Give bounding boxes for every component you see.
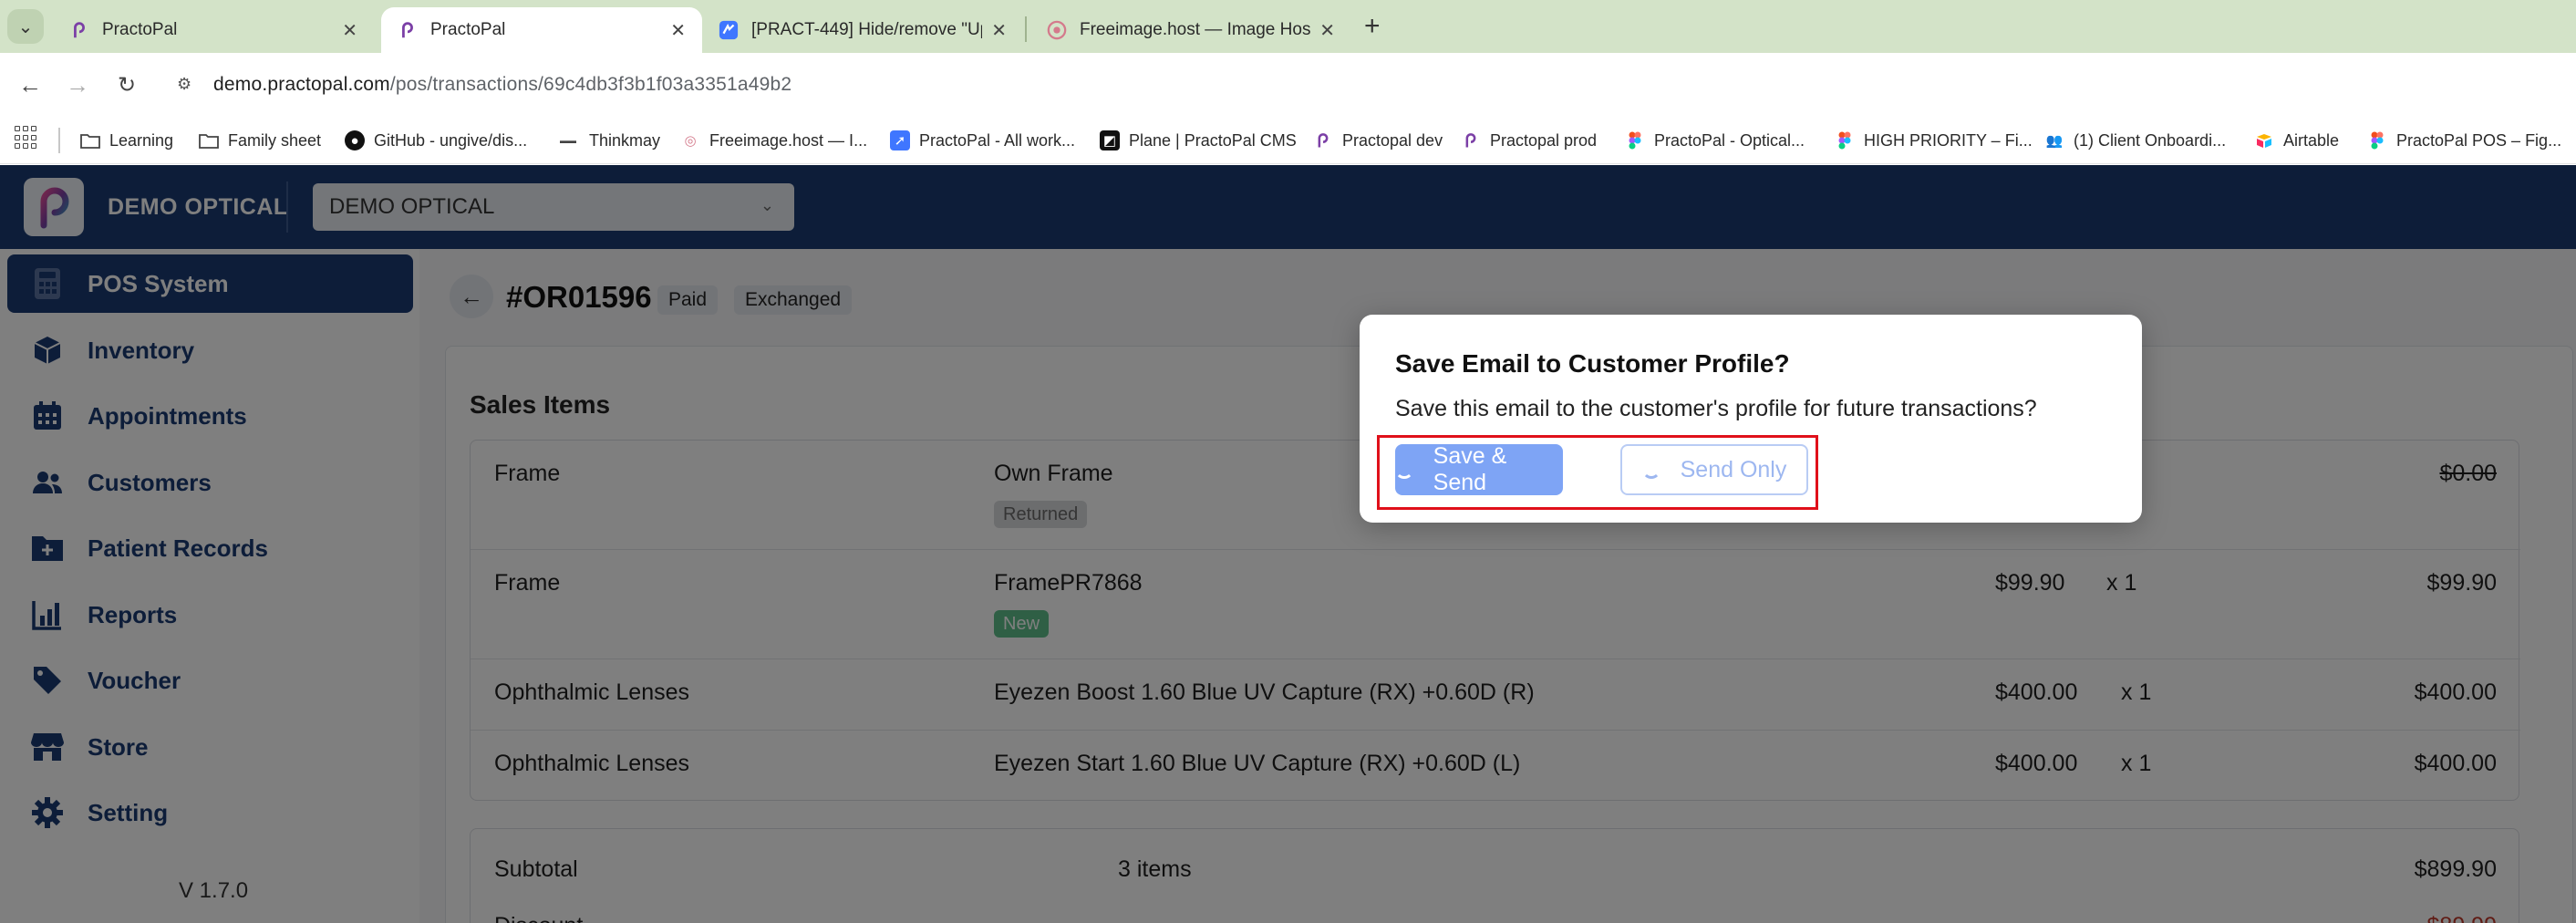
spinner-icon <box>1641 461 1660 479</box>
apps-grid-icon[interactable] <box>15 126 38 150</box>
bookmark-label: Freeimage.host — I... <box>709 130 868 150</box>
plus-icon: + <box>1364 11 1381 41</box>
folder-icon <box>199 130 219 150</box>
chevron-down-icon: ⌄ <box>17 16 34 37</box>
arrow-right-icon: → <box>66 70 89 99</box>
figma-icon <box>1835 130 1855 150</box>
tab-title: PractoPal <box>102 20 178 39</box>
bookmark-label: Learning <box>109 130 174 150</box>
bookmark-high-priority[interactable]: HIGH PRIORITY – Fi... <box>1835 128 2033 153</box>
address-bar[interactable]: ⚙ demo.practopal.com/pos/transactions/69… <box>164 62 2562 108</box>
bookmark-label: Practopal prod <box>1490 130 1598 150</box>
spinner-icon <box>1395 461 1413 479</box>
bookmark-practopal-dev[interactable]: Practopal dev <box>1313 128 1443 153</box>
bookmark-practopal-prod[interactable]: Practopal prod <box>1461 128 1597 153</box>
button-label: Send Only <box>1680 456 1787 482</box>
bookmark-client-onboarding[interactable]: 👥 (1) Client Onboardi... <box>2044 128 2226 153</box>
freeimage-favicon <box>1047 20 1067 40</box>
plane-cms-icon: ◩ <box>1100 130 1120 150</box>
browser-tab-1[interactable]: PractoPal ✕ <box>53 7 374 53</box>
freeimage-icon: ◎ <box>684 133 697 149</box>
bookmark-practopal-optical[interactable]: PractoPal - Optical... <box>1625 128 1805 153</box>
plane-favicon <box>719 20 739 40</box>
practopal-icon <box>1461 130 1481 150</box>
dialog-title: Save Email to Customer Profile? <box>1395 349 1790 378</box>
bookmark-github[interactable]: ● GitHub - ungive/dis... <box>345 128 527 153</box>
browser-tab-4[interactable]: Freeimage.host — Image Hosti ✕ <box>1030 7 1351 53</box>
forward-button[interactable]: → <box>60 67 95 102</box>
browser-tabstrip: ⌄ PractoPal ✕ PractoPal ✕ [PRACT-449] Hi… <box>0 0 2576 53</box>
bookmark-label: PractoPal POS – Fig... <box>2396 130 2562 150</box>
thinkmay-icon: ▬▬ <box>560 136 576 145</box>
bookmark-thinkmay[interactable]: ▬▬ Thinkmay <box>556 128 660 153</box>
site-info-icon[interactable]: ⚙ <box>177 75 197 95</box>
reload-icon: ↻ <box>117 72 137 98</box>
airtable-icon <box>2254 130 2274 150</box>
tab-separator <box>1025 16 1027 42</box>
figma-icon <box>1625 130 1645 150</box>
bookmark-freeimage[interactable]: ◎ Freeimage.host — I... <box>680 128 867 153</box>
bookmark-label: Family sheet <box>228 130 322 150</box>
url-host: demo.practopal.com <box>213 74 390 95</box>
bookmark-label: HIGH PRIORITY – Fi... <box>1864 130 2033 150</box>
bookmark-practopal-all-work[interactable]: ➚ PractoPal - All work... <box>890 128 1075 153</box>
bookmark-plane-cms[interactable]: ◩ Plane | PractoPal CMS <box>1100 128 1297 153</box>
plane-icon: ➚ <box>890 130 910 150</box>
tab-title: Freeimage.host — Image Hosti <box>1080 20 1311 39</box>
url-path: /pos/transactions/69c4db3f3b1f03a3351a49… <box>389 74 792 95</box>
github-icon: ● <box>345 130 365 150</box>
save-and-send-button[interactable]: Save & Send <box>1395 443 1563 495</box>
practopal-icon <box>1313 130 1333 150</box>
modal-backdrop[interactable] <box>0 165 2576 923</box>
bookmark-family-sheet[interactable]: Family sheet <box>199 128 321 153</box>
browser-tab-3[interactable]: [PRACT-449] Hide/remove "Up ✕ <box>702 7 1023 53</box>
bookmark-label: Practopal dev <box>1342 130 1443 150</box>
bookmark-label: Plane | PractoPal CMS <box>1129 130 1297 150</box>
button-label: Save & Send <box>1433 443 1507 495</box>
bookmark-label: PractoPal - All work... <box>919 130 1076 150</box>
bookmark-label: GitHub - ungive/dis... <box>374 130 528 150</box>
tab-search-button[interactable]: ⌄ <box>7 9 44 44</box>
bookmark-label: Thinkmay <box>589 130 661 150</box>
arrow-left-icon: ← <box>18 70 42 99</box>
bookmark-practopal-pos-figma[interactable]: PractoPal POS – Fig... <box>2367 128 2561 153</box>
bookmark-label: (1) Client Onboardi... <box>2074 130 2227 150</box>
figma-icon <box>2367 130 2387 150</box>
close-icon[interactable]: ✕ <box>991 19 1007 42</box>
bookmark-learning[interactable]: Learning <box>80 128 173 153</box>
bookmark-label: Airtable <box>2283 130 2340 150</box>
folder-icon <box>80 130 100 150</box>
reload-button[interactable]: ↻ <box>109 67 144 102</box>
url-text: demo.practopal.com/pos/transactions/69c4… <box>213 74 791 96</box>
bookmark-separator <box>58 128 60 153</box>
bookmark-airtable[interactable]: Airtable <box>2254 128 2339 153</box>
close-icon[interactable]: ✕ <box>670 19 686 42</box>
bookmark-label: PractoPal - Optical... <box>1654 130 1805 150</box>
save-email-dialog: Save Email to Customer Profile? Save thi… <box>1360 315 2142 523</box>
browser-tab-2[interactable]: PractoPal ✕ <box>381 7 702 53</box>
browser-toolbar: ← → ↻ ⚙ demo.practopal.com/pos/transacti… <box>0 53 2576 117</box>
practopal-favicon <box>74 22 85 38</box>
practopal-favicon <box>402 22 413 38</box>
users-icon: 👥 <box>2045 133 2064 149</box>
tab-title: PractoPal <box>430 20 506 39</box>
close-icon[interactable]: ✕ <box>342 19 357 42</box>
new-tab-button[interactable]: + <box>1364 11 1381 42</box>
tab-title: [PRACT-449] Hide/remove "Up <box>751 20 983 39</box>
dialog-message: Save this email to the customer's profil… <box>1395 396 2037 421</box>
back-button[interactable]: ← <box>13 67 47 102</box>
send-only-button[interactable]: Send Only <box>1620 444 1808 495</box>
close-icon[interactable]: ✕ <box>1319 19 1335 42</box>
